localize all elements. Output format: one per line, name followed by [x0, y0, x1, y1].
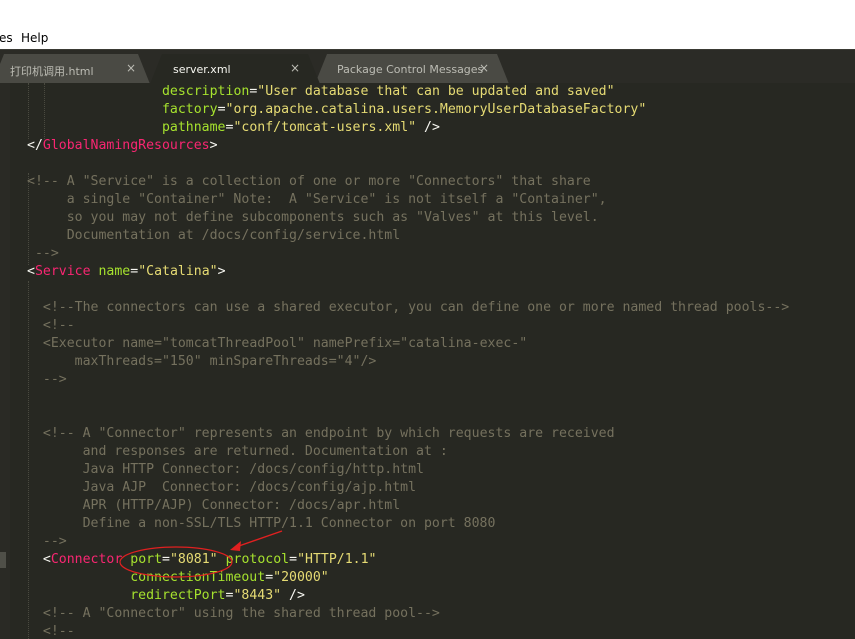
- code-comment-line: Java AJP Connector: /docs/config/ajp.htm…: [82, 480, 417, 495]
- close-icon[interactable]: ×: [479, 61, 489, 75]
- code-comment-line: <!--: [42, 624, 75, 639]
- tab-print-html[interactable]: 打印机调用.html ×: [0, 54, 150, 84]
- code-comment-line: a single "Container" Note: A "Service" i…: [66, 192, 607, 207]
- tab-server-xml[interactable]: server.xml ×: [150, 54, 320, 84]
- code-line: redirectPort="8443" />: [130, 588, 305, 603]
- code-comment-line: APR (HTTP/AJP) Connector: /docs/apr.html: [82, 498, 401, 513]
- code-comment-line: <!--: [42, 318, 75, 333]
- tab-label: server.xml: [173, 63, 231, 76]
- code-comment-line: <Executor name="tomcatThreadPool" namePr…: [42, 336, 528, 351]
- menu-item-help[interactable]: Help: [21, 31, 48, 45]
- code-editor[interactable]: description="User database that can be u…: [0, 83, 855, 639]
- code-comment-line: Documentation at /docs/config/service.ht…: [66, 228, 401, 243]
- code-line: pathname="conf/tomcat-users.xml" />: [161, 120, 440, 135]
- code-line: factory="org.apache.catalina.users.Memor…: [161, 102, 647, 117]
- code-comment-line: <!--The connectors can use a shared exec…: [42, 300, 790, 315]
- menu-item-preferences[interactable]: es: [0, 31, 13, 45]
- code-comment-line: -->: [42, 372, 67, 387]
- line-marker: [0, 552, 6, 568]
- code-comment-line: and responses are returned. Documentatio…: [82, 444, 448, 459]
- tab-package-control-messages[interactable]: Package Control Messages ×: [315, 54, 509, 84]
- code-comment-line: <!-- A "Connector" using the shared thre…: [42, 606, 440, 621]
- code-line: </GlobalNamingResources>: [27, 138, 218, 153]
- code-line: connectionTimeout="20000": [130, 570, 329, 585]
- tab-bar: 打印机调用.html × Package Control Messages × …: [0, 49, 855, 84]
- tab-label: 打印机调用.html: [10, 65, 94, 78]
- code-line: <Service name="Catalina">: [27, 264, 226, 279]
- window-title-area: [0, 0, 855, 30]
- code-comment-line: <!-- A "Service" is a collection of one …: [27, 174, 591, 189]
- arrowhead-icon: [230, 541, 241, 551]
- menu-bar: es Help: [0, 30, 855, 49]
- code-comment-line: -->: [42, 534, 67, 549]
- code-line: description="User database that can be u…: [161, 84, 615, 99]
- code-comment-line: maxThreads="150" minSpareThreads="4"/>: [74, 354, 377, 369]
- code-comment-line: <!-- A "Connector" represents an endpoin…: [42, 426, 615, 441]
- code-line-connector: <Connector port="8081" protocol="HTTP/1.…: [42, 552, 377, 567]
- code-comment-line: Define a non-SSL/TLS HTTP/1.1 Connector …: [82, 516, 496, 531]
- close-icon[interactable]: ×: [126, 61, 136, 75]
- code-comment-line: so you may not define subcomponents such…: [66, 210, 599, 225]
- code-comment-line: Java HTTP Connector: /docs/config/http.h…: [82, 462, 424, 477]
- code-comment-line: -->: [34, 246, 59, 261]
- annotation-arrow: [235, 530, 283, 548]
- close-icon[interactable]: ×: [290, 61, 300, 75]
- tab-label: Package Control Messages: [337, 63, 484, 76]
